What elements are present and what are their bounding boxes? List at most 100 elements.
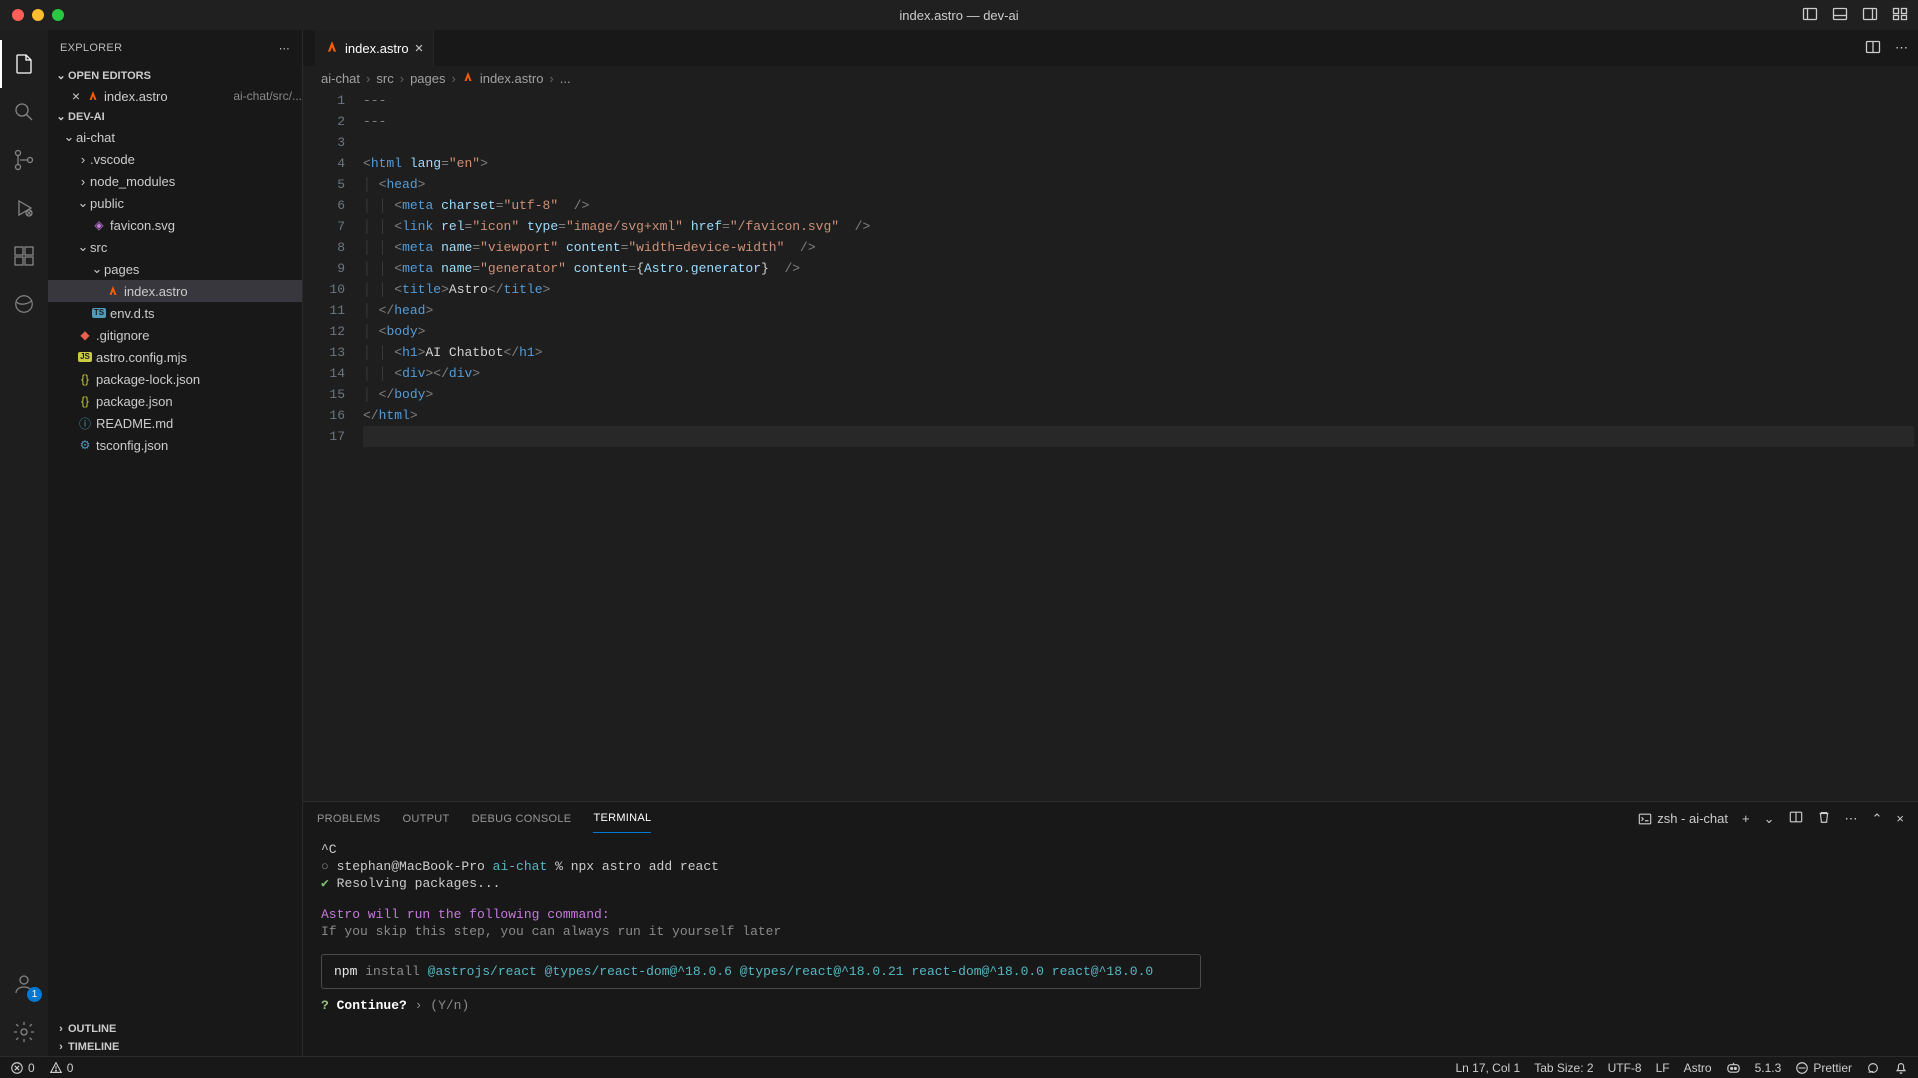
edge-tools-icon[interactable] (0, 280, 48, 328)
line-number-gutter: 1234567891011121314151617 (303, 90, 363, 801)
status-encoding[interactable]: UTF-8 (1608, 1061, 1642, 1075)
status-cursor[interactable]: Ln 17, Col 1 (1455, 1061, 1520, 1075)
panel-more-icon[interactable]: ⋯ (1845, 811, 1858, 827)
breadcrumb-part[interactable]: pages (410, 71, 445, 86)
tab-output[interactable]: OUTPUT (403, 805, 450, 833)
close-panel-icon[interactable]: × (1896, 811, 1904, 826)
kill-terminal-icon[interactable] (1817, 810, 1831, 827)
tab-debug-console[interactable]: DEBUG CONSOLE (472, 805, 572, 833)
file-tsconfig[interactable]: ⚙ tsconfig.json (48, 434, 302, 456)
chevron-right-icon: › (54, 1023, 68, 1035)
open-editors-label: OPEN EDITORS (68, 70, 151, 82)
settings-gear-icon[interactable] (0, 1008, 48, 1056)
customize-layout-icon[interactable] (1892, 6, 1908, 25)
close-editor-icon[interactable]: × (68, 88, 84, 104)
close-tab-icon[interactable]: × (415, 40, 424, 57)
folder-src[interactable]: ⌄ src (48, 236, 302, 258)
split-editor-icon[interactable] (1865, 39, 1881, 58)
folder-node-modules[interactable]: › node_modules (48, 170, 302, 192)
outline-section[interactable]: › OUTLINE (48, 1020, 302, 1038)
folder-pages[interactable]: ⌄ pages (48, 258, 302, 280)
chevron-down-icon: ⌄ (76, 195, 90, 211)
toggle-panel-left-icon[interactable] (1802, 6, 1818, 25)
status-warnings[interactable]: 0 (49, 1061, 74, 1075)
file-favicon[interactable]: ◈ favicon.svg (48, 214, 302, 236)
breadcrumb-part[interactable]: ... (560, 71, 571, 86)
terminal-command-box: npm install @astrojs/react @types/react-… (321, 954, 1201, 989)
timeline-label: TIMELINE (68, 1041, 119, 1053)
timeline-section[interactable]: › TIMELINE (48, 1038, 302, 1056)
sidebar-title-row: EXPLORER ⋯ (48, 30, 302, 66)
folder-public[interactable]: ⌄ public (48, 192, 302, 214)
file-package-lock[interactable]: {} package-lock.json (48, 368, 302, 390)
workspace-section[interactable]: ⌄ DEV-AI (48, 107, 302, 126)
terminal-line: ○ stephan@MacBook-Pro ai-chat % npx astr… (321, 858, 1900, 875)
js-file-icon: JS (76, 352, 94, 362)
folder-ai-chat[interactable]: ⌄ ai-chat (48, 126, 302, 148)
status-eol[interactable]: LF (1656, 1061, 1670, 1075)
explorer-tab-icon[interactable] (0, 40, 48, 88)
sidebar-ellipsis-icon[interactable]: ⋯ (279, 42, 290, 55)
source-control-tab-icon[interactable] (0, 136, 48, 184)
code-content[interactable]: ------ <html lang="en">│ <head>│ │ <meta… (363, 90, 1918, 801)
open-editor-item[interactable]: × index.astro ai-chat/src/... (48, 85, 302, 107)
file-astro-config[interactable]: JS astro.config.mjs (48, 346, 302, 368)
more-actions-icon[interactable]: ⋯ (1895, 40, 1908, 56)
breadcrumb-part[interactable]: src (376, 71, 393, 86)
status-errors[interactable]: 0 (10, 1061, 35, 1075)
toggle-panel-right-icon[interactable] (1862, 6, 1878, 25)
open-editor-name: index.astro (104, 89, 229, 104)
sidebar-title: EXPLORER (60, 42, 122, 54)
new-terminal-icon[interactable]: + (1742, 811, 1750, 826)
status-language[interactable]: Astro (1684, 1061, 1712, 1075)
maximize-window-button[interactable] (52, 9, 64, 21)
chevron-down-icon: ⌄ (90, 261, 104, 277)
folder-vscode[interactable]: › .vscode (48, 148, 302, 170)
run-debug-tab-icon[interactable] (0, 184, 48, 232)
editor-actions: ⋯ (1855, 30, 1918, 66)
explorer-sidebar: EXPLORER ⋯ ⌄ OPEN EDITORS × index.astro … (48, 30, 303, 1056)
split-terminal-icon[interactable] (1789, 810, 1803, 827)
terminal-selector[interactable]: zsh - ai-chat (1638, 811, 1728, 826)
chevron-right-icon: › (76, 152, 90, 167)
chevron-down-icon: ⌄ (76, 239, 90, 255)
tab-problems[interactable]: PROBLEMS (317, 805, 381, 833)
terminal-line: Astro will run the following command: (321, 906, 1900, 923)
status-prettier[interactable]: Prettier (1795, 1061, 1852, 1075)
window-title: index.astro — dev-ai (899, 8, 1018, 23)
extensions-tab-icon[interactable] (0, 232, 48, 280)
breadcrumb-part[interactable]: index.astro (480, 71, 544, 86)
breadcrumb[interactable]: ai-chat› src› pages› index.astro› ... (303, 66, 1918, 90)
status-tabsize[interactable]: Tab Size: 2 (1534, 1061, 1593, 1075)
open-editors-section[interactable]: ⌄ OPEN EDITORS (48, 66, 302, 85)
search-tab-icon[interactable] (0, 88, 48, 136)
info-file-icon: ⓘ (76, 415, 94, 432)
terminal-dropdown-icon[interactable]: ⌄ (1764, 811, 1775, 827)
file-gitignore[interactable]: ◆ .gitignore (48, 324, 302, 346)
tab-terminal[interactable]: TERMINAL (593, 804, 651, 833)
file-env-dts[interactable]: TS env.d.ts (48, 302, 302, 324)
accounts-icon[interactable]: 1 (0, 960, 48, 1008)
status-copilot-icon[interactable] (1726, 1060, 1741, 1075)
file-package-json[interactable]: {} package.json (48, 390, 302, 412)
status-feedback-icon[interactable] (1866, 1061, 1880, 1075)
breadcrumb-part[interactable]: ai-chat (321, 71, 360, 86)
editor-area: index.astro × ⋯ ai-chat› src› pages› ind… (303, 30, 1918, 1056)
close-window-button[interactable] (12, 9, 24, 21)
toggle-panel-bottom-icon[interactable] (1832, 6, 1848, 25)
code-editor[interactable]: 1234567891011121314151617 ------ <html l… (303, 90, 1918, 801)
maximize-panel-icon[interactable]: ⌃ (1872, 811, 1883, 827)
json-file-icon: {} (76, 372, 94, 386)
file-readme[interactable]: ⓘ README.md (48, 412, 302, 434)
astro-file-icon (462, 71, 474, 86)
terminal-body[interactable]: ^C ○ stephan@MacBook-Pro ai-chat % npx a… (303, 835, 1918, 1056)
status-version[interactable]: 5.1.3 (1755, 1061, 1782, 1075)
tab-index-astro[interactable]: index.astro × (315, 30, 434, 66)
title-bar: index.astro — dev-ai (0, 0, 1918, 30)
workspace-label: DEV-AI (68, 111, 105, 123)
status-bar: 0 0 Ln 17, Col 1 Tab Size: 2 UTF-8 LF As… (0, 1056, 1918, 1078)
status-bell-icon[interactable] (1894, 1061, 1908, 1075)
chevron-down-icon: ⌄ (62, 129, 76, 145)
minimize-window-button[interactable] (32, 9, 44, 21)
file-index-astro[interactable]: index.astro (48, 280, 302, 302)
